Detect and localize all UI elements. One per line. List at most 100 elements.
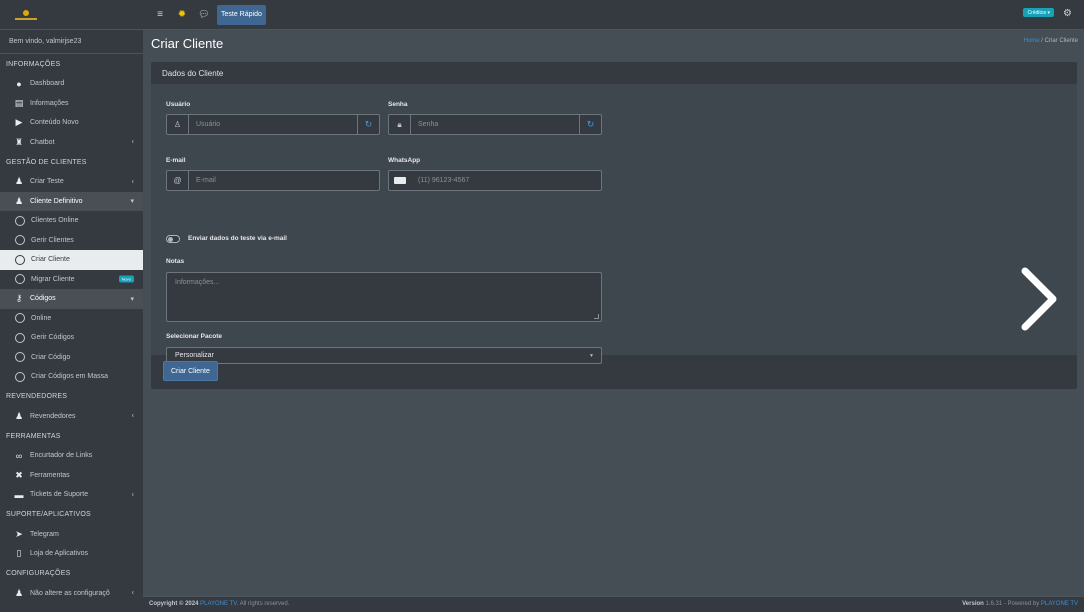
- sidebar-item-revendedores[interactable]: ♟ Revendedores ‹: [0, 407, 143, 427]
- footer-brand-link[interactable]: PLAYONE TV: [200, 601, 237, 607]
- telegram-icon: ➤: [15, 528, 23, 539]
- breadcrumb: Home / Criar Cliente: [1024, 38, 1078, 44]
- palette-icon: ●: [16, 78, 22, 89]
- pacote-select[interactable]: Personalizar ▼: [166, 347, 602, 364]
- teste-rapido-button[interactable]: Teste Rápido: [217, 4, 266, 25]
- brand-logo[interactable]: [0, 0, 143, 30]
- sidebar-item-label: Tickets de Suporte: [30, 491, 89, 499]
- circle-icon: [15, 254, 25, 265]
- sidebar-item-cliente-definitivo[interactable]: ♟ Cliente Definitivo ▾: [0, 191, 143, 211]
- email-label: E-mail: [166, 157, 186, 164]
- user-icon: ♙: [167, 115, 189, 134]
- sidebar-item-online[interactable]: Online: [0, 309, 143, 329]
- tools-icon: ✖: [15, 469, 23, 480]
- creditos-dropdown[interactable]: Créditos ▾: [1023, 8, 1054, 17]
- circle-icon: [15, 313, 25, 324]
- sidebar-item-criar-cliente[interactable]: Criar Cliente: [0, 250, 143, 270]
- chevron-left-icon: ‹: [131, 412, 134, 420]
- sidebar-item-label: Criar Teste: [30, 178, 64, 186]
- chat-icon[interactable]: 💬︎: [197, 5, 211, 25]
- sidebar-item-ferramentas[interactable]: ✖ Ferramentas: [0, 466, 143, 486]
- notas-textarea[interactable]: Informações...: [166, 272, 602, 322]
- menu-toggle-icon[interactable]: ≡: [153, 5, 167, 25]
- welcome-text: Bem vindo, valmirjse23: [0, 30, 143, 54]
- powered-brand-link[interactable]: PLAYONE TV: [1041, 601, 1078, 607]
- sidebar-item-codigos[interactable]: ⚷ Códigos ▾: [0, 289, 143, 309]
- usuario-label: Usuário: [166, 101, 191, 108]
- refresh-icon[interactable]: ↻: [579, 115, 601, 134]
- chevron-left-icon: ‹: [131, 589, 134, 597]
- lock-icon: 🔒︎: [389, 115, 411, 134]
- sidebar-item-gerir-clientes[interactable]: Gerir Clientes: [0, 231, 143, 251]
- notas-placeholder: Informações...: [175, 279, 220, 286]
- theme-sun-icon[interactable]: ✹: [175, 5, 189, 25]
- breadcrumb-home-link[interactable]: Home: [1024, 38, 1040, 44]
- sidebar-item-migrar-cliente[interactable]: Migrar Cliente Novo: [0, 270, 143, 290]
- email-placeholder: E-mail: [196, 177, 216, 184]
- sidebar-item-label: Encurtador de Links: [30, 452, 93, 460]
- sidebar-item-label: Não altere as configuraçõ: [30, 589, 110, 597]
- breadcrumb-current: Criar Cliente: [1044, 38, 1078, 44]
- sidebar-item-criar-teste[interactable]: ♟ Criar Teste ‹: [0, 172, 143, 192]
- sidebar-item-label: Ferramentas: [30, 471, 70, 479]
- users-icon: ♟: [14, 410, 24, 421]
- key-icon: ⚷: [15, 293, 23, 304]
- sidebar-item-chatbot[interactable]: ♜ Chatbot ‹: [0, 133, 143, 153]
- sidebar-item-criar-codigos-massa[interactable]: Criar Códigos em Massa: [0, 367, 143, 387]
- senha-field[interactable]: 🔒︎ Senha ↻: [388, 114, 602, 135]
- chevron-right-icon[interactable]: [1019, 267, 1061, 331]
- sidebar-item-encurtador[interactable]: ∞ Encurtador de Links: [0, 446, 143, 466]
- chevron-down-icon: ▼: [589, 353, 594, 359]
- pacote-value: Personalizar: [175, 352, 214, 359]
- card-title: Dados do Cliente: [151, 62, 1077, 85]
- sidebar-item-label: Online: [31, 314, 52, 322]
- chevron-left-icon: ‹: [131, 138, 134, 146]
- page-title: Criar Cliente: [151, 36, 224, 51]
- sidebar-item-label: Migrar Cliente: [31, 275, 75, 283]
- link-icon: ∞: [15, 450, 23, 461]
- sidebar-item-conteudo-novo[interactable]: ▶ Conteúdo Novo: [0, 113, 143, 133]
- pacote-label: Selecionar Pacote: [166, 333, 222, 340]
- sidebar-item-tickets[interactable]: ▬ Tickets de Suporte ‹: [0, 485, 143, 505]
- sidebar-item-gerir-codigos[interactable]: Gerir Códigos: [0, 328, 143, 348]
- section-configuracoes: CONFIGURAÇÕES: [6, 570, 71, 577]
- sidebar-item-label: Chatbot: [30, 138, 55, 146]
- sidebar-item-informacoes[interactable]: ▤ Informações: [0, 94, 143, 114]
- version-value: 1.6.31: [983, 601, 1003, 607]
- usuario-placeholder: Usuário: [196, 121, 221, 128]
- section-informacoes: INFORMAÇÕES: [6, 60, 61, 68]
- copyright-text: Copyright © 2024: [149, 601, 201, 607]
- newspaper-icon: ▤: [14, 97, 24, 108]
- criar-cliente-button[interactable]: Criar Cliente: [163, 361, 218, 381]
- new-badge: Novo: [118, 275, 134, 283]
- sidebar-item-label: Loja de Aplicativos: [30, 550, 88, 558]
- logo-icon: [14, 8, 38, 22]
- refresh-icon[interactable]: ↻: [357, 115, 379, 134]
- whatsapp-field[interactable]: (11) 96123-4567: [388, 170, 602, 191]
- sidebar-item-label: Telegram: [30, 530, 59, 538]
- email-field[interactable]: @ E-mail: [166, 170, 380, 191]
- usuario-field[interactable]: ♙ Usuário ↻: [166, 114, 380, 135]
- sidebar-item-clientes-online[interactable]: Clientes Online: [0, 211, 143, 231]
- section-ferramentas: FERRAMENTAS: [6, 432, 61, 440]
- sidebar-item-label: Informações: [30, 99, 69, 107]
- client-form-card: Dados do Cliente Usuário ♙ Usuário ↻ Sen…: [151, 62, 1077, 389]
- sidebar-item-loja[interactable]: ▯ Loja de Aplicativos: [0, 544, 143, 564]
- sidebar-item-criar-codigo[interactable]: Criar Código: [0, 348, 143, 368]
- sidebar-item-label: Dashboard: [30, 80, 65, 88]
- flag-icon[interactable]: [389, 171, 411, 190]
- sidebar-item-nao-altere[interactable]: ♟ Não altere as configuraçõ ‹: [0, 584, 143, 604]
- resize-grip-icon[interactable]: [594, 314, 599, 319]
- senha-label: Senha: [388, 101, 408, 108]
- gear-icon[interactable]: ⚙: [1063, 8, 1072, 19]
- email-toggle-switch[interactable]: [166, 235, 180, 243]
- footer: Copyright © 2024 PLAYONE TV. All rights …: [143, 596, 1084, 612]
- notas-label: Notas: [166, 258, 185, 265]
- sidebar-item-dashboard[interactable]: ● Dashboard: [0, 74, 143, 94]
- sidebar-item-label: Códigos: [30, 295, 56, 303]
- circle-icon: [15, 215, 25, 226]
- whatsapp-placeholder: (11) 96123-4567: [418, 177, 470, 184]
- sidebar-item-telegram[interactable]: ➤ Telegram: [0, 525, 143, 545]
- robot-icon: ♜: [14, 136, 24, 147]
- sidebar-item-label: Criar Códigos em Massa: [31, 373, 109, 381]
